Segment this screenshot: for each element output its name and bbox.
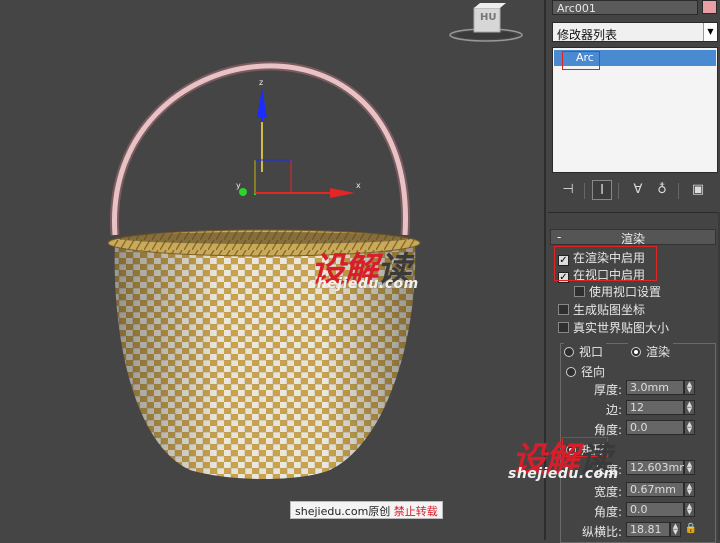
modifier-stack[interactable]: Arc [552,47,718,173]
sides-label: 边: [605,403,622,417]
radial-radio[interactable]: 径向 [566,363,605,380]
rendering-rollout: - 渲染 ✓ 在渲染中启用 ✓ 在视口中启用 使用视口设置 生成贴图坐标 真实世界贴… [548,212,720,543]
render-radio[interactable]: 渲染 [628,343,674,360]
rollout-title: 渲染 [621,232,646,246]
real-world-map-size-checkbox[interactable]: 真实世界贴图大小 [558,319,669,336]
remove-modifier-icon[interactable]: ♁ [652,180,672,200]
angle-spin-arrows[interactable]: ▲ ▼ [684,420,695,435]
lock-icon[interactable]: 🔒 [684,521,698,537]
aspect-spin-arrows[interactable]: ▲ ▼ [670,522,681,537]
object-name-field[interactable]: Arc001 [552,0,698,15]
collapse-icon: - [557,230,562,244]
scene-render [107,3,523,479]
sides-spin-arrows[interactable]: ▲ ▼ [684,400,695,415]
generate-mapping-coords-checkbox[interactable]: 生成贴图坐标 [558,301,645,318]
length-spinner[interactable]: 12.603mm [626,460,690,475]
angle-spin-arrows-2[interactable]: ▲ ▼ [684,502,695,517]
width-label: 宽度: [593,485,622,499]
make-unique-icon[interactable]: ∀ [628,180,648,200]
sides-spinner[interactable]: 12 [626,400,684,415]
aspect-label: 纵横比: [581,525,622,539]
viewcube-label: HU [480,12,497,23]
modifier-list-dropdown[interactable]: 修改器列表 ▼ [552,22,718,42]
thickness-label: 厚度: [593,383,622,397]
thickness-spin-arrows[interactable]: ▲ ▼ [684,380,695,395]
chevron-down-icon[interactable]: ▼ [703,23,717,41]
angle-label-2: 角度: [593,505,622,519]
highlight-box [554,246,657,281]
perspective-viewport[interactable]: z x y HU 设解读 shejiedu.com shejiedu.com原创… [0,0,544,540]
rollout-header[interactable]: - 渲染 [550,229,716,246]
stack-toolbar: ⊣ Ⅰ ∀ ♁ ▣ [546,180,720,202]
angle-spinner[interactable]: 0.0 [626,420,684,435]
configure-modifier-sets-icon[interactable]: ▣ [688,180,708,200]
object-color-swatch[interactable] [702,0,717,14]
length-spin-arrows[interactable]: ▲ ▼ [684,460,695,475]
use-viewport-settings-checkbox[interactable]: 使用视口设置 [574,283,661,300]
gizmo-x-label: x [356,181,361,190]
transform-gizmo [239,88,355,198]
thickness-spinner[interactable]: 3.0mm [626,380,684,395]
pin-stack-icon[interactable]: ⊣ [558,180,578,200]
gizmo-y-label: y [236,181,241,190]
credit-notice: shejiedu.com原创 禁止转载 [290,501,443,519]
basket-handle [110,61,410,236]
show-end-result-icon[interactable]: Ⅰ [592,180,612,200]
gizmo-z-label: z [259,78,264,87]
highlight-box [562,51,600,70]
viewport-radio[interactable]: 视口 [564,343,607,360]
modifier-list-label: 修改器列表 [557,28,618,42]
width-spin-arrows[interactable]: ▲ ▼ [684,482,695,497]
watermark-url: shejiedu.com [308,276,419,292]
width-spinner[interactable]: 0.67mm [626,482,684,497]
angle-spinner-2[interactable]: 0.0 [626,502,684,517]
aspect-spinner[interactable]: 18.81 [626,522,670,537]
watermark-url-2: shejiedu.com [508,466,619,482]
